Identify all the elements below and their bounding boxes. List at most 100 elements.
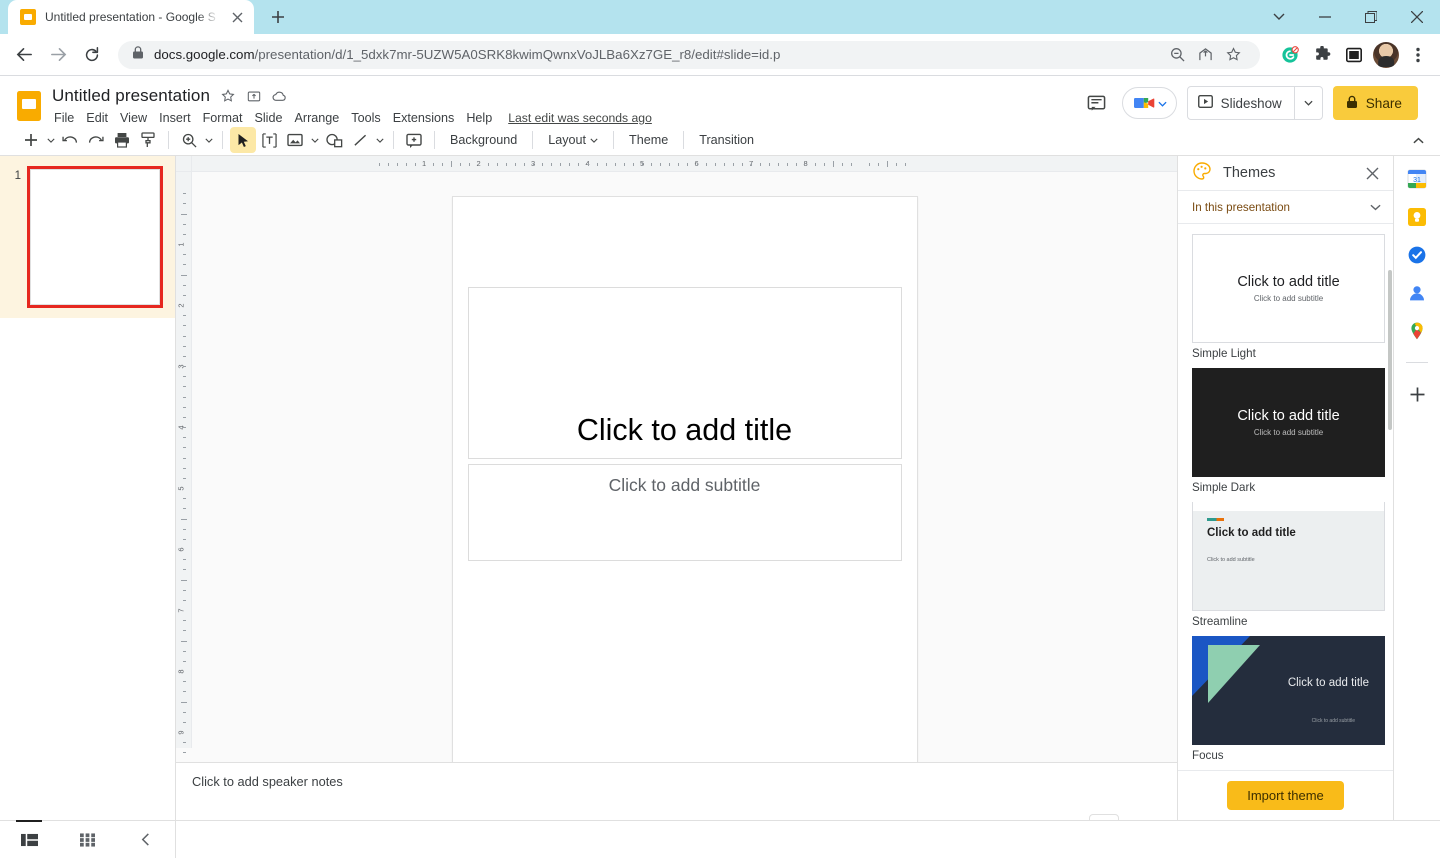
profile-avatar[interactable] [1372,41,1400,69]
ruler-tick-vertical [182,538,186,540]
maximize-icon[interactable] [1348,0,1394,34]
filmstrip-slide-1[interactable]: 1 [0,156,175,318]
theme-option-streamline[interactable]: Click to add title Click to add subtitle… [1192,502,1385,628]
share-button[interactable]: Share [1332,86,1418,120]
slideshow-button[interactable]: Slideshow [1186,86,1323,120]
line-chevron-down-icon[interactable] [373,138,386,143]
theme-option-simple-dark[interactable]: Click to add title Click to add subtitle… [1192,368,1385,494]
subtitle-placeholder[interactable]: Click to add subtitle [467,464,902,561]
themes-panel-header: Themes [1178,156,1393,190]
comment-history-icon[interactable] [1082,88,1112,118]
close-icon[interactable] [1361,162,1383,184]
zoom-out-icon[interactable] [1164,42,1190,68]
tab-search-chevron-icon[interactable] [1256,0,1302,34]
minimize-icon[interactable] [1302,0,1348,34]
meet-chevron-down-icon[interactable] [1158,94,1167,112]
side-panel-icon[interactable] [1340,41,1368,69]
slides-favicon [20,9,36,25]
zoom-button[interactable] [176,127,202,153]
themes-list[interactable]: Click to add title Click to add subtitle… [1178,224,1393,770]
new-slide-chevron-down-icon[interactable] [44,138,57,143]
background-button[interactable]: Background [442,129,525,151]
last-edit-status[interactable]: Last edit was seconds ago [508,111,652,125]
theme-button[interactable]: Theme [621,129,676,151]
page-title[interactable]: Untitled presentation [52,86,210,106]
themes-section-header[interactable]: In this presentation [1178,190,1393,224]
ruler-tick [778,162,780,166]
window-controls [1256,0,1440,34]
filmstrip-view-icon[interactable] [14,819,44,854]
slideshow-chevron-down-icon[interactable] [1293,87,1322,119]
theme-option-focus[interactable]: Click to add title Click to add subtitle… [1192,636,1385,762]
line-button[interactable] [347,127,373,153]
google-tasks-icon[interactable] [1406,244,1428,266]
slide-thumbnail[interactable] [27,166,163,308]
ruler-tick [714,162,716,166]
grid-view-icon[interactable] [72,826,102,854]
google-slides-logo[interactable] [12,86,46,126]
transition-button[interactable]: Transition [691,129,762,151]
print-button[interactable] [109,127,135,153]
zoom-chevron-down-icon[interactable] [202,138,215,143]
select-cursor-button[interactable] [230,127,256,153]
title-placeholder[interactable]: Click to add title [467,287,902,459]
back-arrow-icon[interactable] [8,39,40,71]
vertical-ruler[interactable]: 12345678910 [176,172,192,805]
star-icon[interactable] [219,88,236,105]
chrome-menu-icon[interactable] [1404,41,1432,69]
grammarly-icon[interactable] [1276,41,1304,69]
address-bar[interactable]: docs.google.com/presentation/d/1_5dxk7mr… [118,40,1260,69]
ruler-tick-vertical [182,264,186,266]
themes-scrollbar[interactable] [1388,270,1392,430]
theme-option-simple-light[interactable]: Click to add title Click to add subtitle… [1192,234,1385,360]
theme-thumb-title: Click to add title [1287,677,1369,689]
cloud-saved-icon[interactable] [271,88,288,105]
bookmark-star-icon[interactable] [1220,42,1246,68]
google-maps-icon[interactable] [1406,320,1428,342]
close-tab-icon[interactable] [228,8,246,26]
import-theme-button[interactable]: Import theme [1227,781,1344,810]
ruler-tick [560,162,562,166]
puzzle-extensions-icon[interactable] [1308,41,1336,69]
browser-tab[interactable]: Untitled presentation - Google S [8,0,254,34]
speaker-notes[interactable]: Click to add speaker notes [176,762,1177,844]
new-slide-button[interactable] [18,127,44,153]
image-button[interactable] [282,127,308,153]
google-keep-icon[interactable] [1406,206,1428,228]
new-tab-button[interactable] [264,3,292,31]
undo-button[interactable] [57,127,83,153]
section-chevron-down-icon[interactable] [1370,198,1381,216]
ruler-tick-vertical [182,294,186,296]
google-contacts-icon[interactable] [1406,282,1428,304]
image-chevron-down-icon[interactable] [308,138,321,143]
google-meet-button[interactable] [1121,87,1177,119]
google-calendar-icon[interactable]: 31 [1406,168,1428,190]
theme-name: Simple Dark [1192,481,1256,494]
ruler-tick [823,162,825,166]
text-box-button[interactable] [256,127,282,153]
redo-button[interactable] [83,127,109,153]
svg-text:31: 31 [1413,177,1421,184]
ruler-tick-vertical [181,213,187,215]
add-addon-icon[interactable] [1406,383,1428,405]
add-comment-button[interactable] [401,127,427,153]
paint-format-button[interactable] [135,127,161,153]
layout-button[interactable]: Layout [540,129,606,151]
collapse-toolbar-chevron-up-icon[interactable] [1406,129,1430,151]
ruler-tick-vertical [182,599,186,601]
horizontal-ruler[interactable]: 12345678 [176,156,1177,172]
ruler-tick [878,162,880,166]
themes-section-label: In this presentation [1192,200,1290,214]
forward-arrow-icon[interactable] [42,39,74,71]
ruler-tick-vertical [181,701,187,703]
move-to-folder-icon[interactable] [245,88,262,105]
ruler-tick-vertical [182,477,186,479]
slide-canvas[interactable]: Click to add title Click to add subtitle [451,196,918,800]
share-icon[interactable] [1192,42,1218,68]
ruler-tick-label-vertical: 9 [176,730,186,735]
collapse-filmstrip-chevron-left-icon[interactable] [131,826,161,854]
ruler-tick [469,162,471,166]
shape-button[interactable] [321,127,347,153]
close-window-icon[interactable] [1394,0,1440,34]
reload-icon[interactable] [76,39,108,71]
